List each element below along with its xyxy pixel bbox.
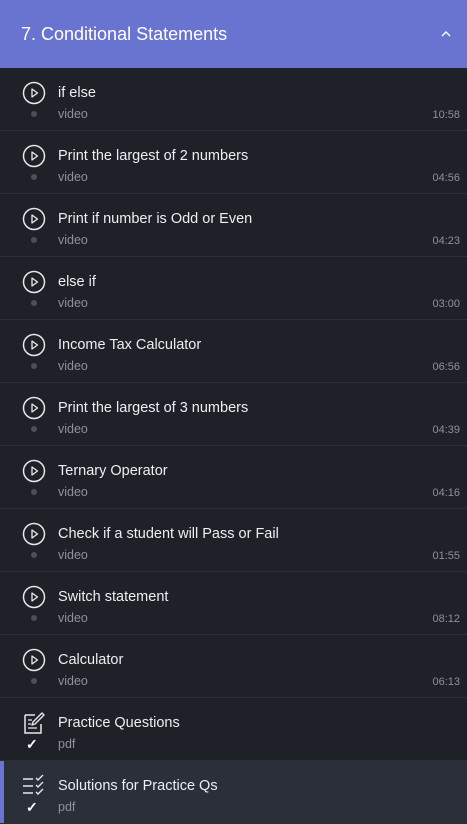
lecture-item[interactable]: Check if a student will Pass or Fail vid… xyxy=(0,509,467,572)
play-circle-icon[interactable] xyxy=(22,459,46,483)
lecture-item[interactable]: ✓ Practice Questions pdf xyxy=(0,698,467,761)
status-dot xyxy=(31,489,37,495)
status-dot xyxy=(31,615,37,621)
status-dot xyxy=(31,111,37,117)
play-circle-icon[interactable] xyxy=(22,585,46,609)
lecture-title: Switch statement xyxy=(58,589,169,605)
lecture-type: pdf xyxy=(58,737,76,751)
lecture-type: video xyxy=(58,107,88,121)
lecture-type: video xyxy=(58,422,88,436)
play-circle-icon[interactable] xyxy=(22,144,46,168)
lecture-item[interactable]: Print the largest of 3 numbers video 04:… xyxy=(0,383,467,446)
lecture-type: video xyxy=(58,233,88,247)
play-circle-icon[interactable] xyxy=(22,333,46,357)
lecture-type: video xyxy=(58,485,88,499)
lecture-type: pdf xyxy=(58,800,76,814)
status-dot xyxy=(31,174,37,180)
lecture-title: Calculator xyxy=(58,652,124,668)
play-circle-icon[interactable] xyxy=(22,396,46,420)
lecture-duration: 01:55 xyxy=(432,550,460,562)
lecture-item[interactable]: Print the largest of 2 numbers video 04:… xyxy=(0,131,467,194)
status-dot xyxy=(31,363,37,369)
lecture-duration: 04:16 xyxy=(432,487,460,499)
lecture-duration: 08:12 xyxy=(432,613,460,625)
play-circle-icon[interactable] xyxy=(22,522,46,546)
lecture-duration: 04:39 xyxy=(432,424,460,436)
lecture-duration: 03:00 xyxy=(432,298,460,310)
lecture-title: else if xyxy=(58,274,96,290)
lecture-type: video xyxy=(58,170,88,184)
edit-document-icon[interactable] xyxy=(22,711,46,735)
lecture-item[interactable]: Print if number is Odd or Even video 04:… xyxy=(0,194,467,257)
lecture-item[interactable]: Income Tax Calculator video 06:56 xyxy=(0,320,467,383)
lecture-duration: 04:56 xyxy=(432,172,460,184)
lecture-item[interactable]: Ternary Operator video 04:16 xyxy=(0,446,467,509)
section-header[interactable]: 7. Conditional Statements xyxy=(0,0,467,68)
play-circle-icon[interactable] xyxy=(22,207,46,231)
play-circle-icon[interactable] xyxy=(22,648,46,672)
status-dot xyxy=(31,300,37,306)
lecture-list: if else video 10:58 Print the largest of… xyxy=(0,68,467,824)
status-dot xyxy=(31,678,37,684)
status-dot xyxy=(31,237,37,243)
lecture-item[interactable]: else if video 03:00 xyxy=(0,257,467,320)
play-circle-icon[interactable] xyxy=(22,270,46,294)
lecture-title: Check if a student will Pass or Fail xyxy=(58,526,279,542)
lecture-duration: 10:58 xyxy=(432,109,460,121)
lecture-title: Solutions for Practice Qs xyxy=(58,778,218,794)
lecture-title: Income Tax Calculator xyxy=(58,337,202,353)
status-dot xyxy=(31,426,37,432)
lecture-title: Practice Questions xyxy=(58,715,180,731)
lecture-type: video xyxy=(58,674,88,688)
lecture-type: video xyxy=(58,611,88,625)
lecture-item[interactable]: Switch statement video 08:12 xyxy=(0,572,467,635)
lecture-item[interactable]: if else video 10:58 xyxy=(0,68,467,131)
status-dot xyxy=(31,552,37,558)
checkmark-icon: ✓ xyxy=(26,736,38,752)
lecture-duration: 04:23 xyxy=(432,235,460,247)
lecture-title: if else xyxy=(58,85,96,101)
chevron-up-icon[interactable] xyxy=(441,29,451,39)
lecture-item-active[interactable]: ✓ Solutions for Practice Qs pdf xyxy=(0,761,467,824)
lecture-title: Print the largest of 3 numbers xyxy=(58,400,249,416)
lecture-type: video xyxy=(58,359,88,373)
section-title: 7. Conditional Statements xyxy=(21,23,228,44)
lecture-duration: 06:13 xyxy=(432,676,460,688)
checklist-icon[interactable] xyxy=(22,774,46,798)
lecture-title: Print the largest of 2 numbers xyxy=(58,148,249,164)
lecture-type: video xyxy=(58,296,88,310)
lecture-title: Print if number is Odd or Even xyxy=(58,211,253,227)
lecture-type: video xyxy=(58,548,88,562)
lecture-duration: 06:56 xyxy=(432,361,460,373)
checkmark-icon: ✓ xyxy=(26,799,38,815)
lecture-item[interactable]: Calculator video 06:13 xyxy=(0,635,467,698)
lecture-title: Ternary Operator xyxy=(58,463,168,479)
play-circle-icon[interactable] xyxy=(22,81,46,105)
